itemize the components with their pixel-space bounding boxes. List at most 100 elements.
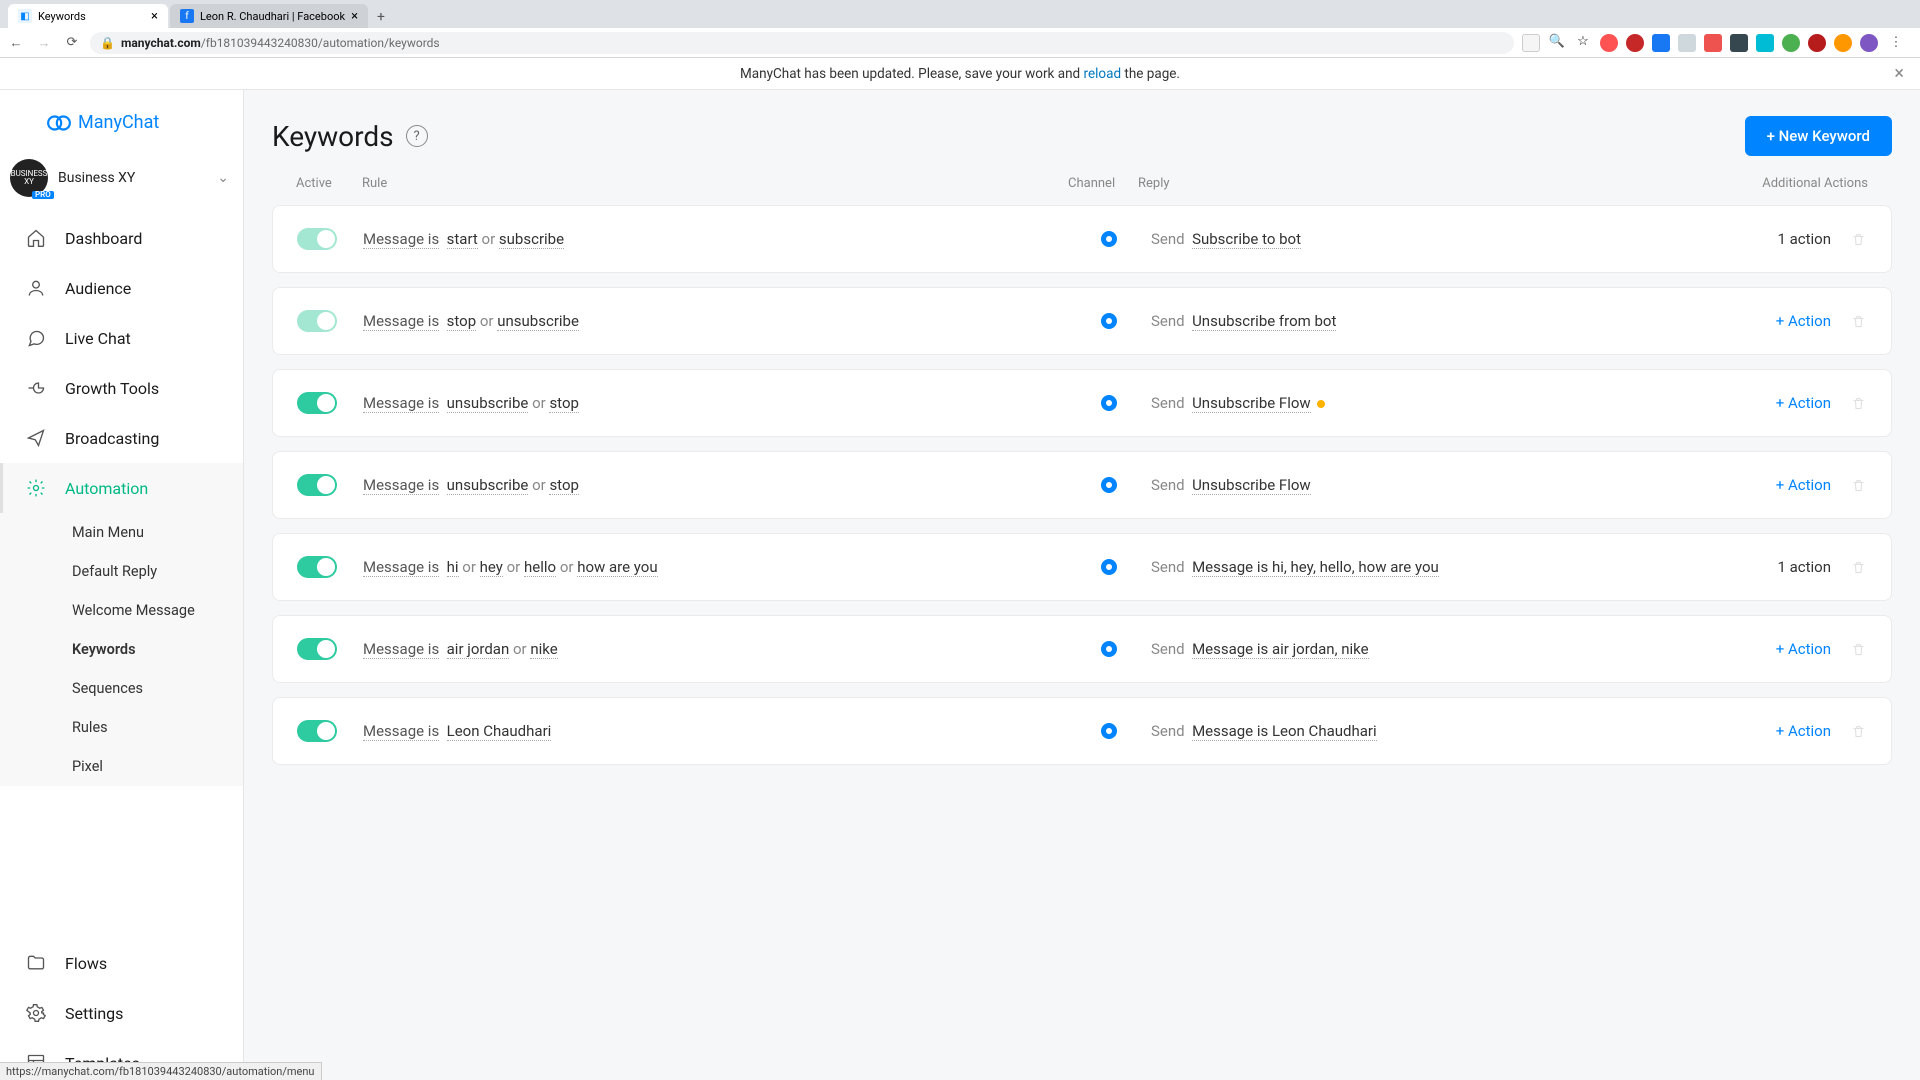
keyword-row[interactable]: Message is air jordan or nike Send Messag… [272, 615, 1892, 683]
rule-text[interactable]: Message is stop or unsubscribe [363, 312, 1101, 330]
reply-cell[interactable]: Send Message is air jordan, nike [1151, 640, 1711, 658]
action-link[interactable]: + Action [1711, 476, 1831, 494]
back-button[interactable]: ← [6, 33, 26, 53]
trash-icon[interactable] [1849, 640, 1867, 658]
ext-icon[interactable] [1730, 34, 1748, 52]
keyword-row[interactable]: Message is unsubscribe or stop Send Unsub… [272, 369, 1892, 437]
help-icon[interactable]: ? [406, 125, 428, 147]
new-keyword-button[interactable]: + New Keyword [1745, 116, 1892, 156]
reply-cell[interactable]: Send Subscribe to bot [1151, 230, 1711, 248]
ext-icon[interactable] [1704, 34, 1722, 52]
keyword-row[interactable]: Message is stop or unsubscribe Send Unsub… [272, 287, 1892, 355]
address-bar[interactable]: 🔒 manychat.com/fb181039443240830/automat… [90, 32, 1514, 54]
gear-icon [25, 477, 47, 499]
new-tab-button[interactable]: + [370, 6, 392, 28]
action-link[interactable]: 1 action [1711, 558, 1831, 576]
reply-cell[interactable]: Send Unsubscribe Flow [1151, 394, 1711, 412]
trash-icon[interactable] [1849, 230, 1867, 248]
ext-icon[interactable] [1678, 34, 1696, 52]
main-content: Keywords ? + New Keyword Active Rule Cha… [244, 90, 1920, 1080]
ext-icon[interactable] [1600, 34, 1618, 52]
rule-text[interactable]: Message is Leon Chaudhari [363, 722, 1101, 740]
reply-cell[interactable]: Send Unsubscribe from bot [1151, 312, 1711, 330]
close-icon[interactable]: × [1894, 63, 1904, 84]
sub-item-mainmenu[interactable]: Main Menu [0, 513, 243, 552]
star-icon[interactable]: ☆ [1574, 34, 1592, 52]
action-link[interactable]: + Action [1711, 722, 1831, 740]
browser-tab-2[interactable]: f Leon R. Chaudhari | Facebook × [170, 4, 368, 28]
zoom-icon[interactable]: 🔍 [1548, 34, 1566, 52]
sub-item-sequences[interactable]: Sequences [0, 669, 243, 708]
close-icon[interactable]: × [151, 9, 158, 24]
ext-icon[interactable] [1834, 34, 1852, 52]
browser-tab-1[interactable]: ◧ Keywords × [8, 4, 168, 28]
pro-badge: PRO [32, 191, 54, 199]
url-host: manychat.com/fb181039443240830/automatio… [121, 36, 440, 50]
sub-item-pixel[interactable]: Pixel [0, 747, 243, 786]
active-toggle[interactable] [297, 556, 337, 578]
trash-icon[interactable] [1849, 476, 1867, 494]
active-toggle[interactable] [297, 638, 337, 660]
avatar-icon[interactable] [1860, 34, 1878, 52]
sidebar-item-dashboard[interactable]: Dashboard [0, 213, 243, 263]
col-actions: Additional Actions [1728, 176, 1868, 191]
action-link[interactable]: + Action [1711, 640, 1831, 658]
sidebar-item-flows[interactable]: Flows [0, 938, 243, 988]
channel-messenger-icon [1101, 477, 1117, 493]
reload-link[interactable]: reload [1084, 66, 1122, 82]
keyword-row[interactable]: Message is unsubscribe or stop Send Unsub… [272, 451, 1892, 519]
col-reply: Reply [1138, 176, 1728, 191]
rule-text[interactable]: Message is air jordan or nike [363, 640, 1101, 658]
active-toggle[interactable] [297, 310, 337, 332]
ext-icon[interactable] [1652, 34, 1670, 52]
sub-item-keywords[interactable]: Keywords [0, 630, 243, 669]
rule-text[interactable]: Message is hi or hey or hello or how are… [363, 558, 1101, 576]
reply-cell[interactable]: Send Message is Leon Chaudhari [1151, 722, 1711, 740]
sub-item-defaultreply[interactable]: Default Reply [0, 552, 243, 591]
account-selector[interactable]: BUSINESS XY PRO Business XY ⌄ [0, 155, 243, 213]
sidebar: ManyChat BUSINESS XY PRO Business XY ⌄ D… [0, 90, 244, 1080]
ext-icon[interactable] [1782, 34, 1800, 52]
channel-messenger-icon [1101, 313, 1117, 329]
table-header: Active Rule Channel Reply Additional Act… [272, 176, 1892, 205]
active-toggle[interactable] [297, 720, 337, 742]
reload-button[interactable]: ⟳ [62, 33, 82, 53]
sub-item-welcome[interactable]: Welcome Message [0, 591, 243, 630]
close-icon[interactable]: × [351, 9, 358, 24]
rule-text[interactable]: Message is start or subscribe [363, 230, 1101, 248]
keyword-row[interactable]: Message is Leon Chaudhari Send Message is… [272, 697, 1892, 765]
rule-text[interactable]: Message is unsubscribe or stop [363, 476, 1101, 494]
channel-messenger-icon [1101, 641, 1117, 657]
active-toggle[interactable] [297, 392, 337, 414]
translate-icon[interactable] [1522, 34, 1540, 52]
sub-item-rules[interactable]: Rules [0, 708, 243, 747]
action-link[interactable]: 1 action [1711, 230, 1831, 248]
active-toggle[interactable] [297, 474, 337, 496]
logo[interactable]: ManyChat [0, 90, 243, 155]
sidebar-item-automation[interactable]: Automation [0, 463, 243, 513]
ext-icon[interactable] [1626, 34, 1644, 52]
ext-icon[interactable] [1756, 34, 1774, 52]
keyword-row[interactable]: Message is hi or hey or hello or how are… [272, 533, 1892, 601]
trash-icon[interactable] [1849, 394, 1867, 412]
action-link[interactable]: + Action [1711, 394, 1831, 412]
trash-icon[interactable] [1849, 722, 1867, 740]
sidebar-item-broadcasting[interactable]: Broadcasting [0, 413, 243, 463]
trash-icon[interactable] [1849, 312, 1867, 330]
trash-icon[interactable] [1849, 558, 1867, 576]
active-toggle[interactable] [297, 228, 337, 250]
sidebar-item-audience[interactable]: Audience [0, 263, 243, 313]
sidebar-item-label: Audience [65, 279, 131, 298]
reply-cell[interactable]: Send Unsubscribe Flow [1151, 476, 1711, 494]
ext-icon[interactable] [1808, 34, 1826, 52]
reply-cell[interactable]: Send Message is hi, hey, hello, how are … [1151, 558, 1711, 576]
keyword-row[interactable]: Message is start or subscribe Send Subscr… [272, 205, 1892, 273]
status-dot [1317, 400, 1325, 408]
action-link[interactable]: + Action [1711, 312, 1831, 330]
sidebar-item-settings[interactable]: Settings [0, 988, 243, 1038]
rule-text[interactable]: Message is unsubscribe or stop [363, 394, 1101, 412]
menu-icon[interactable]: ⋮ [1886, 33, 1906, 53]
forward-button[interactable]: → [34, 33, 54, 53]
sidebar-item-growthtools[interactable]: Growth Tools [0, 363, 243, 413]
sidebar-item-livechat[interactable]: Live Chat [0, 313, 243, 363]
